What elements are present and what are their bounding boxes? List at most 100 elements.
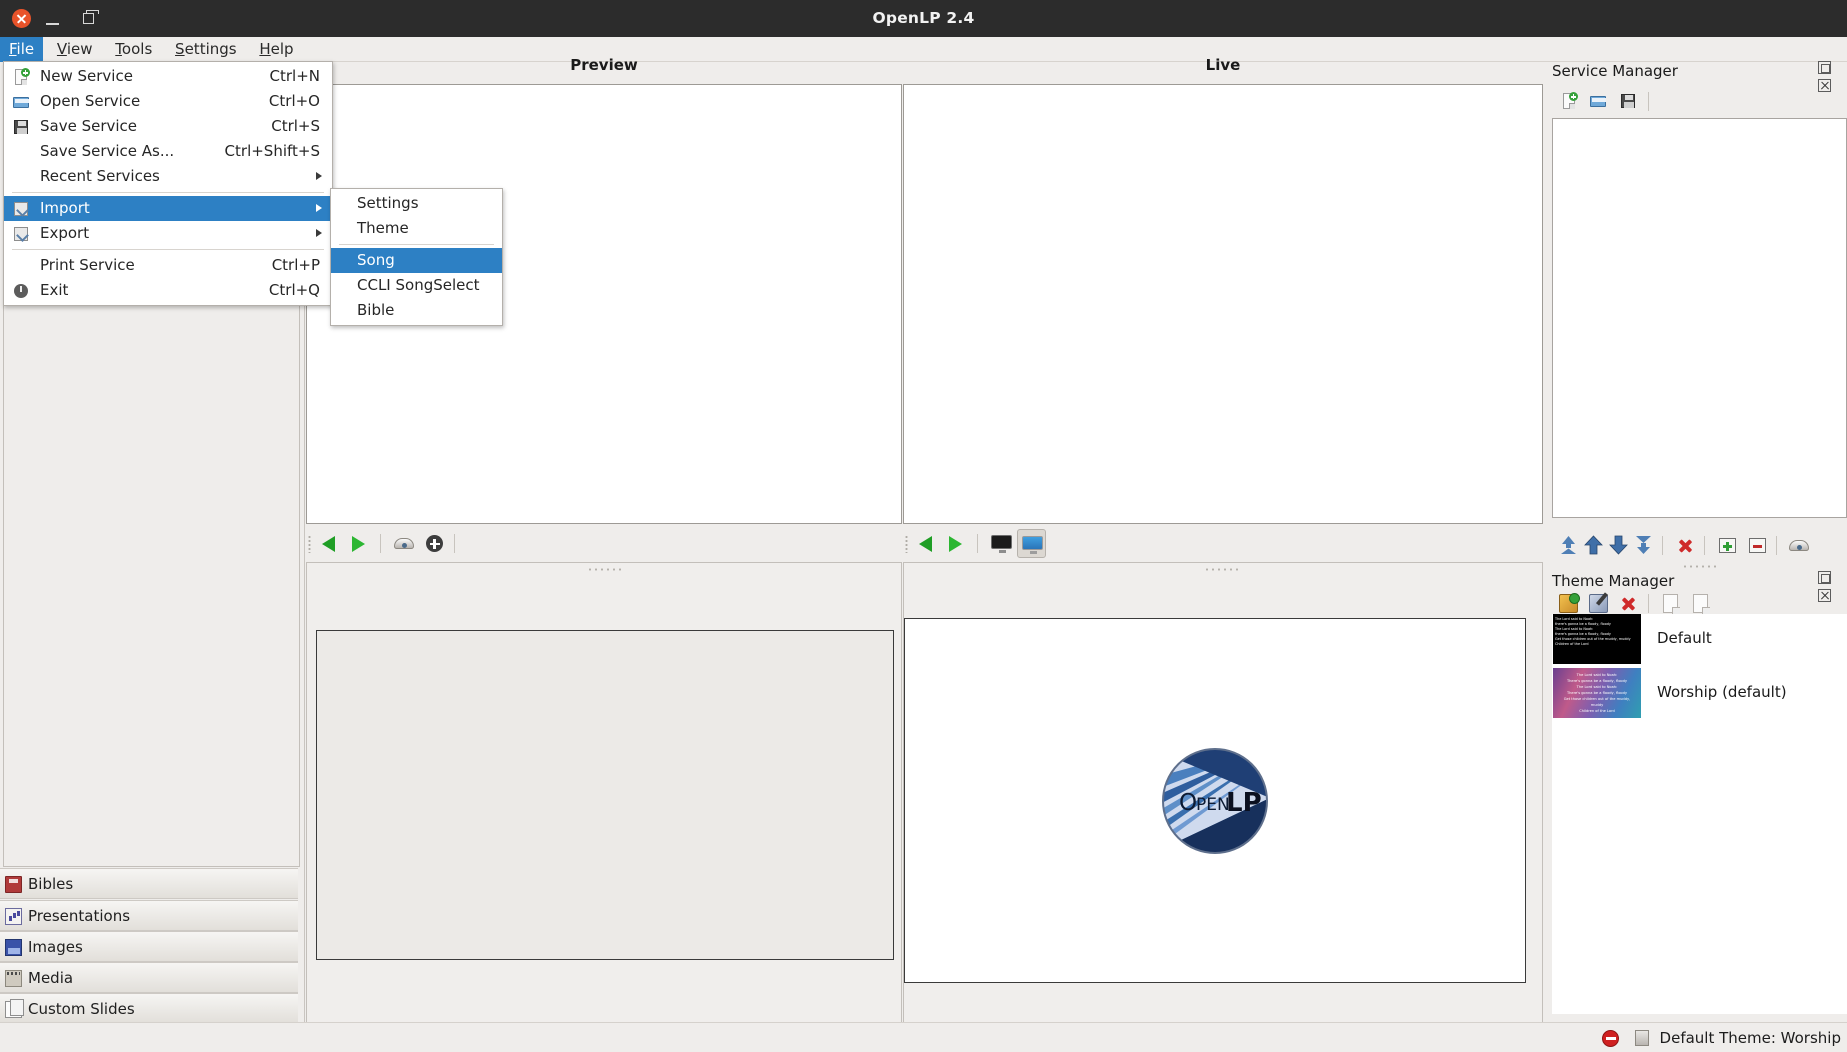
live-next-slide-button[interactable] [942, 529, 971, 558]
live-toolbar [903, 526, 1543, 562]
menu-item-label: Recent Services [40, 167, 160, 185]
float-dock-icon[interactable] [1818, 571, 1831, 584]
menu-item-save-service[interactable]: Save Service Ctrl+S [4, 114, 332, 139]
menu-item-export[interactable]: Export [4, 221, 332, 246]
menu-item-import-ccli-songselect[interactable]: CCLI SongSelect [331, 273, 502, 298]
menu-item-label: Export [40, 224, 90, 242]
default-theme-status: Default Theme: Worship [1659, 1029, 1841, 1047]
sidebar-item-media[interactable]: Media [0, 962, 298, 993]
menu-item-import-theme[interactable]: Theme [331, 216, 502, 241]
menu-item-import[interactable]: Import [4, 196, 332, 221]
menu-separator [12, 249, 324, 250]
sidebar-item-images[interactable]: Images [0, 931, 298, 962]
service-item-list[interactable] [1552, 118, 1847, 518]
import-submenu-popup[interactable]: Settings Theme Song CCLI SongSelect Bibl… [330, 188, 503, 326]
live-previous-slide-button[interactable] [913, 529, 942, 558]
preview-next-slide-button[interactable] [345, 529, 374, 558]
stop-icon[interactable] [1602, 1030, 1619, 1047]
menu-item-label: CCLI SongSelect [357, 276, 480, 294]
menu-item-accel: Ctrl+Shift+S [224, 142, 320, 160]
dock-splitter-handle[interactable] [1682, 564, 1718, 569]
menu-item-import-song[interactable]: Song [331, 248, 502, 273]
circle-plus-icon [426, 535, 443, 552]
toolbar-grip[interactable] [308, 535, 311, 553]
menu-item-label: Theme [357, 219, 409, 237]
file-menu-popup[interactable]: New Service Ctrl+N Open Service Ctrl+O S… [3, 61, 333, 306]
bible-icon [5, 876, 22, 893]
sidebar-item-label: Bibles [28, 875, 74, 893]
theme-list-item[interactable]: The Lord said to Noah: There's gonna be … [1552, 668, 1847, 720]
menu-item-import-bible[interactable]: Bible [331, 298, 502, 323]
toolbar-separator [1662, 536, 1663, 555]
floppy-disk-icon [1619, 92, 1637, 110]
float-dock-icon[interactable] [1818, 61, 1831, 74]
toolbar-grip[interactable] [905, 535, 908, 553]
service-toggle-blank-button[interactable] [1785, 531, 1814, 560]
preview-slide-controller [306, 562, 902, 1025]
menu-item-save-service-as[interactable]: Save Service As... Ctrl+Shift+S [4, 139, 332, 164]
triangle-left-icon [919, 536, 932, 552]
sidebar-item-bibles[interactable]: Bibles [0, 868, 298, 899]
openlp-logo-icon: O PEN LP [1162, 747, 1268, 854]
service-move-to-bottom-button[interactable] [1629, 531, 1658, 560]
menu-item-print-service[interactable]: Print Service Ctrl+P [4, 253, 332, 278]
import-icon [12, 200, 30, 218]
svg-text:PEN: PEN [1196, 795, 1230, 815]
menu-item-import-settings[interactable]: Settings [331, 191, 502, 216]
service-new-button[interactable] [1554, 87, 1583, 116]
splitter-handle[interactable] [1204, 567, 1240, 572]
service-expand-all-button[interactable] [1713, 531, 1742, 560]
blank-screen-icon [1789, 540, 1809, 551]
menu-tools[interactable]: Tools [106, 37, 161, 62]
theme-list-item[interactable]: The Lord said to Noah: there's gonna be … [1552, 614, 1847, 666]
power-icon [12, 282, 30, 300]
toolbar-separator [1776, 536, 1777, 555]
sidebar-item-label: Presentations [28, 907, 131, 925]
menu-item-accel: Ctrl+N [269, 67, 320, 85]
menu-file[interactable]: File [0, 37, 44, 62]
splitter-handle[interactable] [587, 567, 623, 572]
menu-separator [12, 192, 324, 193]
sidebar-item-label: Images [28, 938, 83, 956]
menu-item-recent-services[interactable]: Recent Services [4, 164, 332, 189]
theme-list[interactable]: The Lord said to Noah: there's gonna be … [1552, 614, 1847, 1014]
live-slide-controller: O PEN LP [903, 562, 1543, 1025]
import-icon [1663, 594, 1680, 615]
live-show-desktop-button[interactable] [1017, 529, 1046, 558]
live-slide-thumbnail[interactable]: O PEN LP [904, 618, 1526, 983]
service-open-button[interactable] [1584, 87, 1613, 116]
floppy-disk-icon [12, 118, 30, 136]
sidebar-item-presentations[interactable]: Presentations [0, 900, 298, 931]
preview-toolbar [306, 526, 902, 562]
live-blank-to-screen-button[interactable] [987, 529, 1016, 558]
service-save-button[interactable] [1614, 87, 1643, 116]
monitor-icon[interactable] [1635, 1030, 1649, 1046]
openlp-logo: O PEN LP [1160, 746, 1270, 856]
menu-item-new-service[interactable]: New Service Ctrl+N [4, 64, 332, 89]
menu-view[interactable]: View [48, 37, 102, 62]
preview-slide-thumbnail[interactable] [316, 630, 894, 960]
menu-help[interactable]: Help [250, 37, 302, 62]
preview-previous-slide-button[interactable] [316, 529, 345, 558]
new-document-icon [1560, 92, 1578, 110]
menu-settings[interactable]: Settings [166, 37, 246, 62]
service-manager-toolbar [1552, 84, 1847, 120]
sidebar-item-custom-slides[interactable]: Custom Slides [0, 993, 298, 1024]
toolbar-separator [977, 534, 978, 553]
toolbar-separator [1648, 594, 1649, 613]
menu-item-open-service[interactable]: Open Service Ctrl+O [4, 89, 332, 114]
toolbar-separator [1704, 536, 1705, 555]
new-theme-icon [1559, 593, 1580, 613]
service-manager-bottom-toolbar [1552, 528, 1847, 564]
openlp-main-window: OpenLP 2.4 File View Tools Settings Help… [0, 0, 1847, 1052]
edit-theme-icon [1589, 594, 1608, 613]
menu-item-label: Print Service [40, 256, 135, 274]
media-icon [5, 970, 22, 987]
menu-item-exit[interactable]: Exit Ctrl+Q [4, 278, 332, 303]
red-x-icon [1677, 537, 1694, 554]
preview-blank-screen-button[interactable] [390, 529, 419, 558]
preview-go-live-button[interactable] [420, 529, 449, 558]
service-delete-button[interactable] [1671, 531, 1700, 560]
menu-item-label: Import [40, 199, 90, 217]
service-collapse-all-button[interactable] [1743, 531, 1772, 560]
